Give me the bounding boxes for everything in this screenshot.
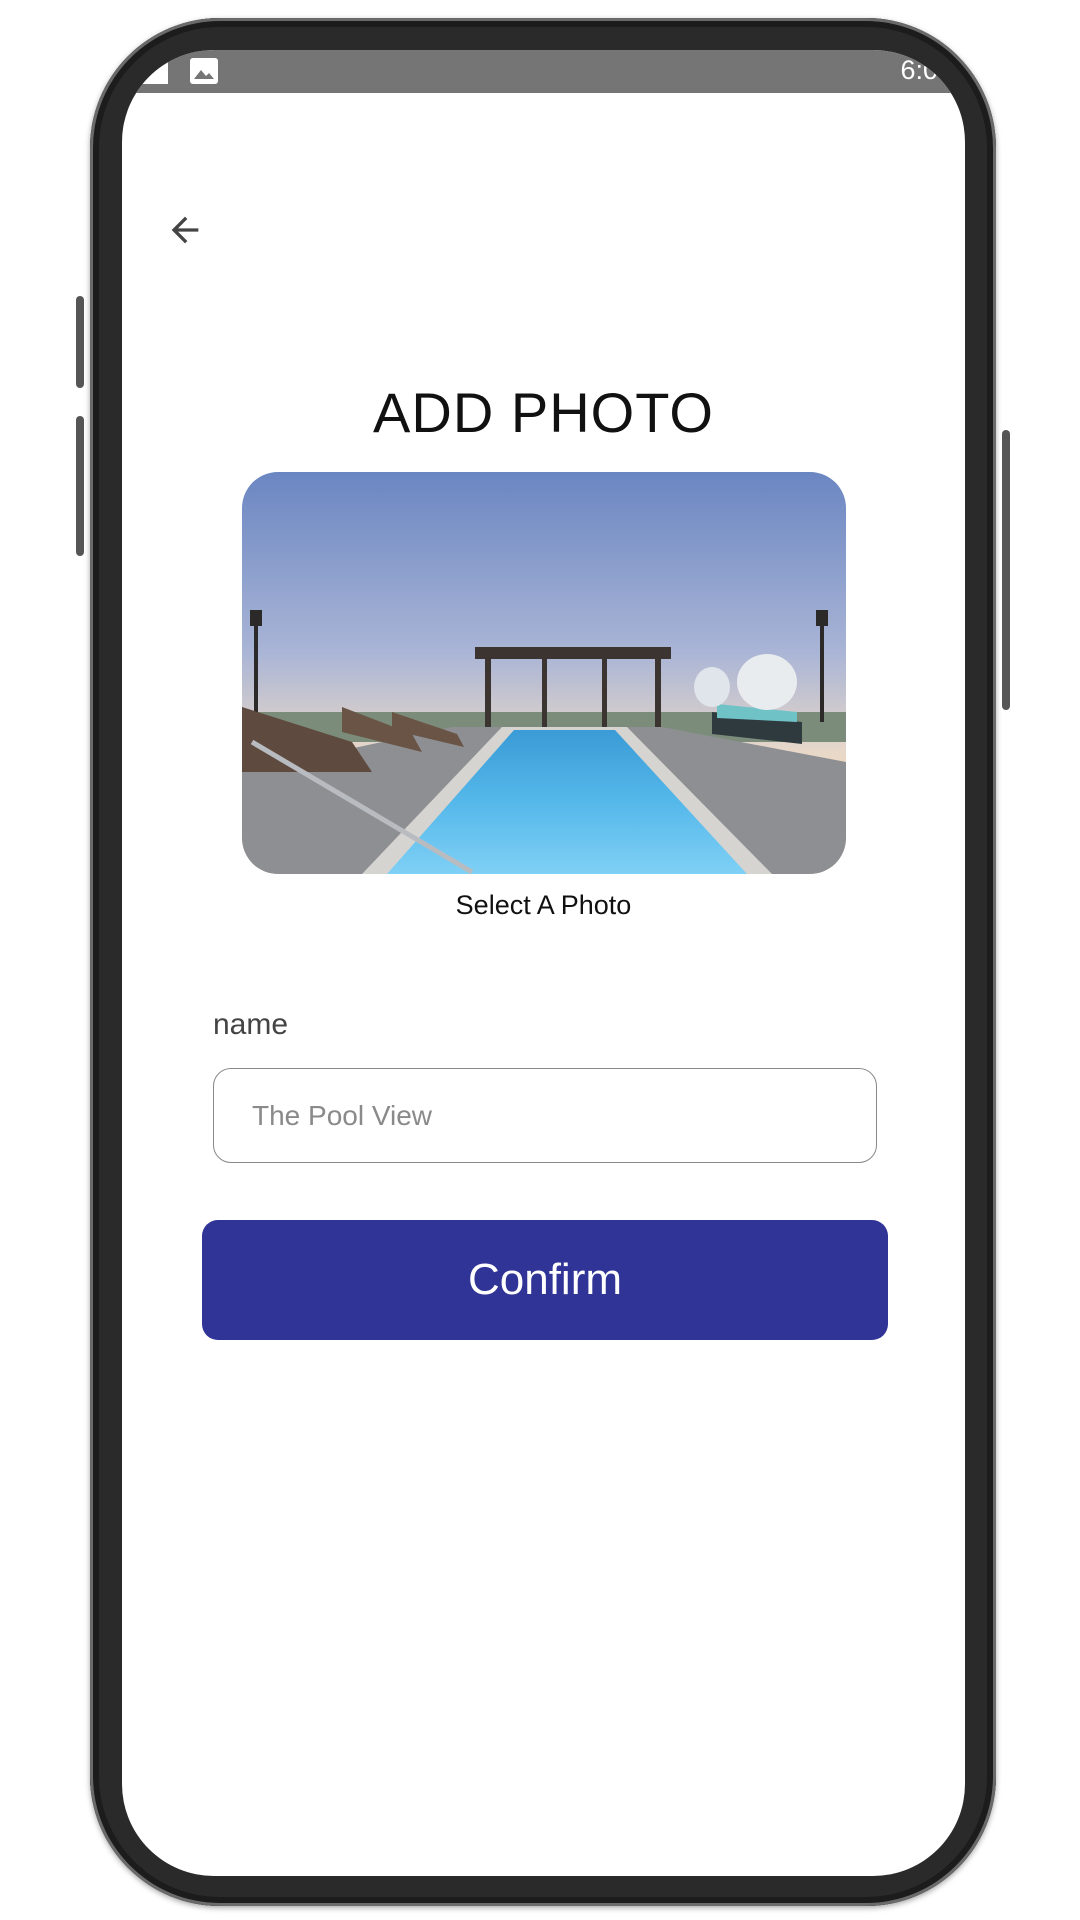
volume-down-button bbox=[76, 416, 84, 556]
arrow-left-icon bbox=[171, 216, 199, 244]
page-title: ADD PHOTO bbox=[373, 381, 714, 444]
name-label: name bbox=[213, 1008, 289, 1041]
confirm-button[interactable]: Confirm bbox=[202, 1220, 888, 1340]
select-photo-caption[interactable]: Select A Photo bbox=[122, 890, 965, 921]
status-bar: 6:08 bbox=[122, 50, 965, 93]
app-screen: 6:08 ADD PHOTO Select A Photo name The P… bbox=[122, 50, 965, 1876]
back-button[interactable] bbox=[160, 205, 210, 255]
image-icon bbox=[190, 58, 218, 89]
volume-up-button bbox=[76, 296, 84, 388]
photo-picker[interactable] bbox=[242, 472, 846, 874]
pool-photo bbox=[242, 472, 846, 874]
name-input[interactable] bbox=[213, 1068, 877, 1163]
power-button bbox=[1002, 430, 1010, 710]
status-time: 6:08 bbox=[900, 55, 953, 85]
sd-card-icon bbox=[140, 58, 168, 89]
